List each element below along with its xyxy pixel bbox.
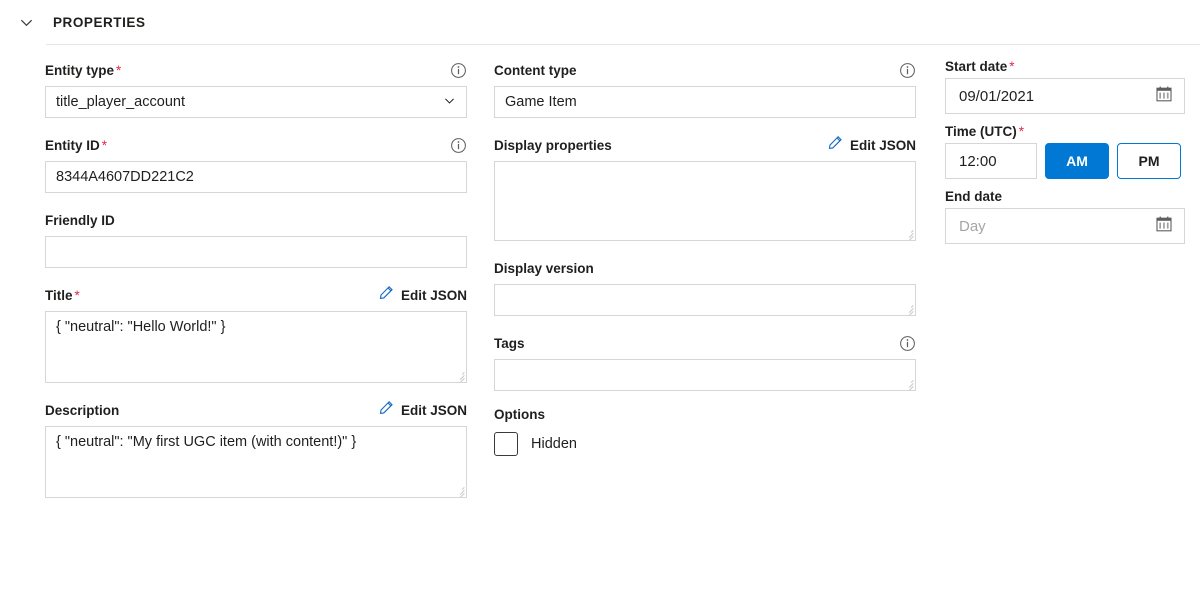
display-properties-label: Display properties <box>494 138 612 153</box>
title-label: Title* <box>45 288 80 303</box>
field-display-version: Display version <box>494 257 916 316</box>
resize-grip-icon[interactable] <box>903 228 914 239</box>
calendar-icon[interactable] <box>1155 215 1173 238</box>
required-asterisk: * <box>75 288 80 303</box>
display-version-textarea[interactable] <box>494 284 916 316</box>
display-version-label: Display version <box>494 261 594 276</box>
resize-grip-icon[interactable] <box>903 378 914 389</box>
end-date-value: Day <box>959 218 986 235</box>
resize-grip-icon[interactable] <box>454 370 465 381</box>
display-properties-edit-json-button[interactable]: Edit JSON <box>828 135 916 155</box>
end-date-input[interactable]: Day <box>945 208 1185 244</box>
resize-grip-icon[interactable] <box>454 485 465 496</box>
chevron-down-icon <box>19 15 34 30</box>
hidden-checkbox[interactable] <box>494 432 518 456</box>
field-display-properties: Display properties Edit JSON <box>494 134 916 241</box>
friendly-id-input[interactable] <box>45 236 467 268</box>
edit-json-label: Edit JSON <box>401 403 467 418</box>
display-properties-textarea[interactable] <box>494 161 916 241</box>
tags-textarea[interactable] <box>494 359 916 391</box>
tags-label: Tags <box>494 336 525 351</box>
info-icon[interactable] <box>450 62 467 79</box>
content-type-label: Content type <box>494 63 577 78</box>
required-asterisk: * <box>1009 59 1014 74</box>
field-entity-id: Entity ID* 8344A4607DD221C2 <box>45 134 467 193</box>
start-date-label: Start date* <box>945 59 1185 74</box>
hidden-checkbox-label: Hidden <box>531 436 577 452</box>
properties-section-header: PROPERTIES <box>0 0 1200 44</box>
time-input[interactable]: 12:00 <box>945 143 1037 179</box>
edit-json-label: Edit JSON <box>850 138 916 153</box>
field-entity-type: Entity type* title_player_account <box>45 59 467 118</box>
title-edit-json-button[interactable]: Edit JSON <box>379 285 467 305</box>
start-date-value: 09/01/2021 <box>959 88 1034 105</box>
entity-id-value: 8344A4607DD221C2 <box>56 169 194 185</box>
info-icon[interactable] <box>450 137 467 154</box>
edit-json-label: Edit JSON <box>401 288 467 303</box>
hidden-checkbox-row[interactable]: Hidden <box>494 432 916 456</box>
description-textarea[interactable]: { "neutral": "My first UGC item (with co… <box>45 426 467 498</box>
description-edit-json-button[interactable]: Edit JSON <box>379 400 467 420</box>
middle-column: Content type Game Item Display propertie… <box>494 59 916 472</box>
required-asterisk: * <box>1019 124 1024 139</box>
entity-type-label: Entity type* <box>45 63 121 78</box>
pm-button[interactable]: PM <box>1117 143 1181 179</box>
field-tags: Tags <box>494 332 916 391</box>
info-icon[interactable] <box>899 62 916 79</box>
title-textarea[interactable]: { "neutral": "Hello World!" } <box>45 311 467 383</box>
title-value: { "neutral": "Hello World!" } <box>56 319 225 335</box>
chevron-down-icon <box>443 94 456 111</box>
properties-form: Entity type* title_player_account <box>0 45 1200 59</box>
field-description: Description Edit JSON { "neutral": "My f… <box>45 399 467 498</box>
time-row: 12:00 AM PM <box>945 143 1185 179</box>
entity-type-value: title_player_account <box>56 94 185 110</box>
time-value: 12:00 <box>959 153 997 170</box>
entity-type-select[interactable]: title_player_account <box>45 86 467 118</box>
section-title: PROPERTIES <box>53 15 146 30</box>
am-button[interactable]: AM <box>1045 143 1109 179</box>
friendly-id-label: Friendly ID <box>45 213 115 228</box>
pencil-icon <box>379 285 394 305</box>
description-value: { "neutral": "My first UGC item (with co… <box>56 434 356 450</box>
description-label: Description <box>45 403 119 418</box>
pencil-icon <box>828 135 843 155</box>
options-label: Options <box>494 407 916 422</box>
entity-id-label: Entity ID* <box>45 138 107 153</box>
left-column: Entity type* title_player_account <box>45 59 467 514</box>
calendar-icon[interactable] <box>1155 85 1173 108</box>
required-asterisk: * <box>116 63 121 78</box>
entity-id-input[interactable]: 8344A4607DD221C2 <box>45 161 467 193</box>
info-icon[interactable] <box>899 335 916 352</box>
content-type-value: Game Item <box>505 94 577 110</box>
field-friendly-id: Friendly ID <box>45 209 467 268</box>
start-date-input[interactable]: 09/01/2021 <box>945 78 1185 114</box>
resize-grip-icon[interactable] <box>903 303 914 314</box>
pencil-icon <box>379 400 394 420</box>
end-date-label: End date <box>945 189 1185 204</box>
right-column: Start date* 09/01/2021 Time (UTC)* <box>945 59 1185 244</box>
collapse-properties-button[interactable] <box>12 8 40 36</box>
content-type-input[interactable]: Game Item <box>494 86 916 118</box>
time-utc-label: Time (UTC)* <box>945 124 1185 139</box>
field-title: Title* Edit JSON { "neutral": "Hello Wor… <box>45 284 467 383</box>
field-content-type: Content type Game Item <box>494 59 916 118</box>
field-options: Options Hidden <box>494 407 916 456</box>
required-asterisk: * <box>102 138 107 153</box>
